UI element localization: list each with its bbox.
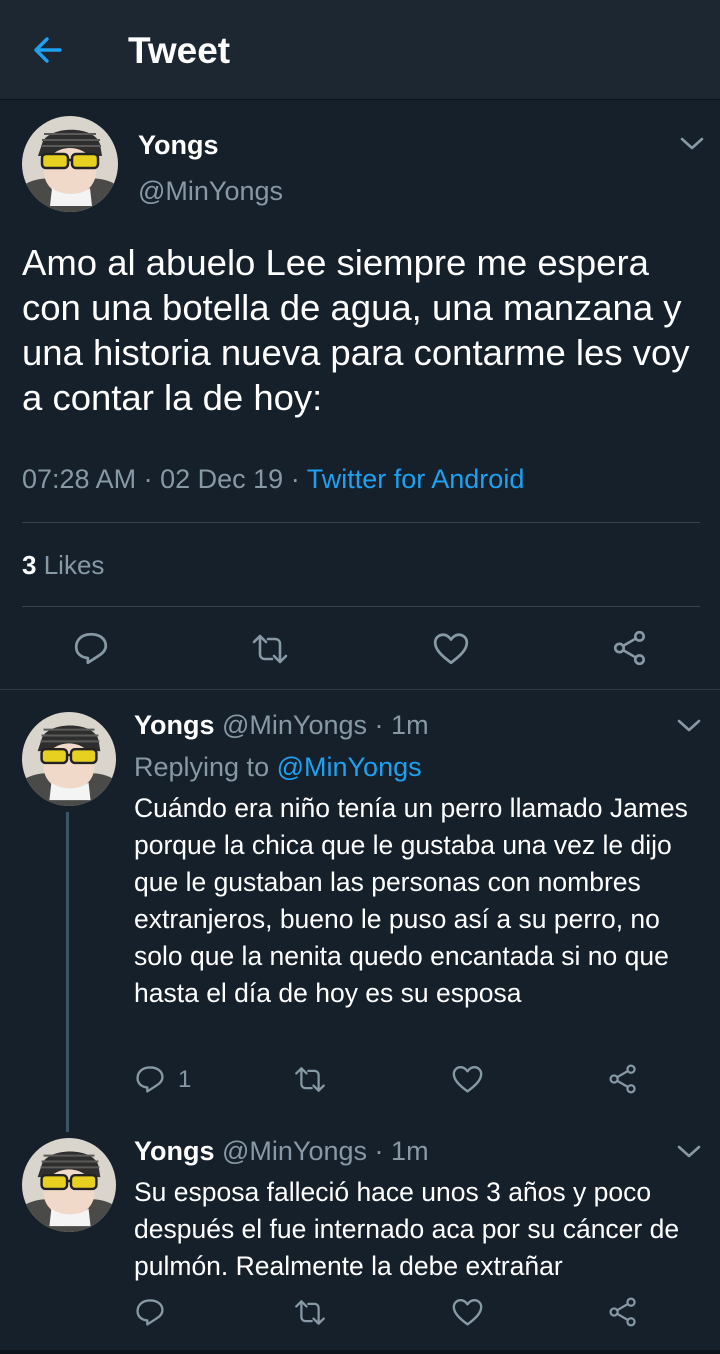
author-handle[interactable]: @MinYongs [138,176,283,207]
tweet-time: 07:28 AM [22,464,137,494]
retweet-icon[interactable] [292,1064,328,1095]
top-bar: Tweet [0,0,720,100]
thread-connector [66,812,69,1132]
share-icon[interactable] [611,629,649,667]
avatar[interactable] [22,712,116,806]
reply-time: 1m [391,1136,429,1166]
reply-header: Yongs @MinYongs · 1m [134,710,429,741]
chevron-down-icon[interactable] [676,1144,702,1160]
avatar[interactable] [22,1138,116,1232]
author-name[interactable]: Yongs [134,710,215,740]
author-handle[interactable]: @MinYongs [222,1136,367,1166]
author-name[interactable]: Yongs [134,1136,215,1166]
divider [22,522,700,523]
meta-separator: · [290,464,300,494]
divider [0,689,720,690]
meta-separator: · [374,710,384,740]
tweet-date: 02 Dec 19 [160,464,284,494]
retweet-icon[interactable] [292,1297,328,1328]
likes-stat[interactable]: 3 Likes [22,550,104,581]
meta-separator: · [374,1136,384,1166]
tweet-text: Amo al abuelo Lee siempre me espera con … [22,242,690,418]
reply-icon[interactable] [72,629,110,667]
reply-text: Cuándo era niño tenía un perro llamado J… [134,793,688,1008]
reply-icon[interactable] [134,1296,166,1328]
tweet-source-link[interactable]: Twitter for Android [307,464,525,494]
author-name[interactable]: Yongs [138,130,219,161]
reply-text: Su esposa falleció hace unos 3 años y po… [134,1177,680,1281]
replying-to: Replying to @MinYongs [134,752,422,783]
likes-label: Likes [43,550,105,580]
chevron-down-icon[interactable] [676,718,702,734]
back-arrow-icon[interactable] [30,32,66,68]
reply-time: 1m [391,710,429,740]
reply-header: Yongs @MinYongs · 1m [134,1136,429,1167]
like-heart-icon[interactable] [432,631,470,667]
likes-count: 3 [22,550,37,580]
share-icon[interactable] [607,1063,639,1095]
tweet-meta: 07:28 AM · 02 Dec 19 · Twitter for Andro… [22,464,524,495]
avatar[interactable] [22,116,118,212]
like-heart-icon[interactable] [451,1297,484,1328]
replying-label: Replying to [134,752,270,782]
replying-handle-link[interactable]: @MinYongs [277,752,422,782]
share-icon[interactable] [607,1296,639,1328]
reply-count: 1 [178,1066,192,1093]
page-title: Tweet [128,30,231,71]
author-handle[interactable]: @MinYongs [222,710,367,740]
like-heart-icon[interactable] [451,1064,484,1095]
chevron-down-icon[interactable] [679,136,705,152]
meta-separator: · [143,464,153,494]
retweet-icon[interactable] [249,631,291,667]
reply-icon[interactable] [134,1063,166,1095]
divider [22,606,700,607]
divider [0,1350,720,1354]
